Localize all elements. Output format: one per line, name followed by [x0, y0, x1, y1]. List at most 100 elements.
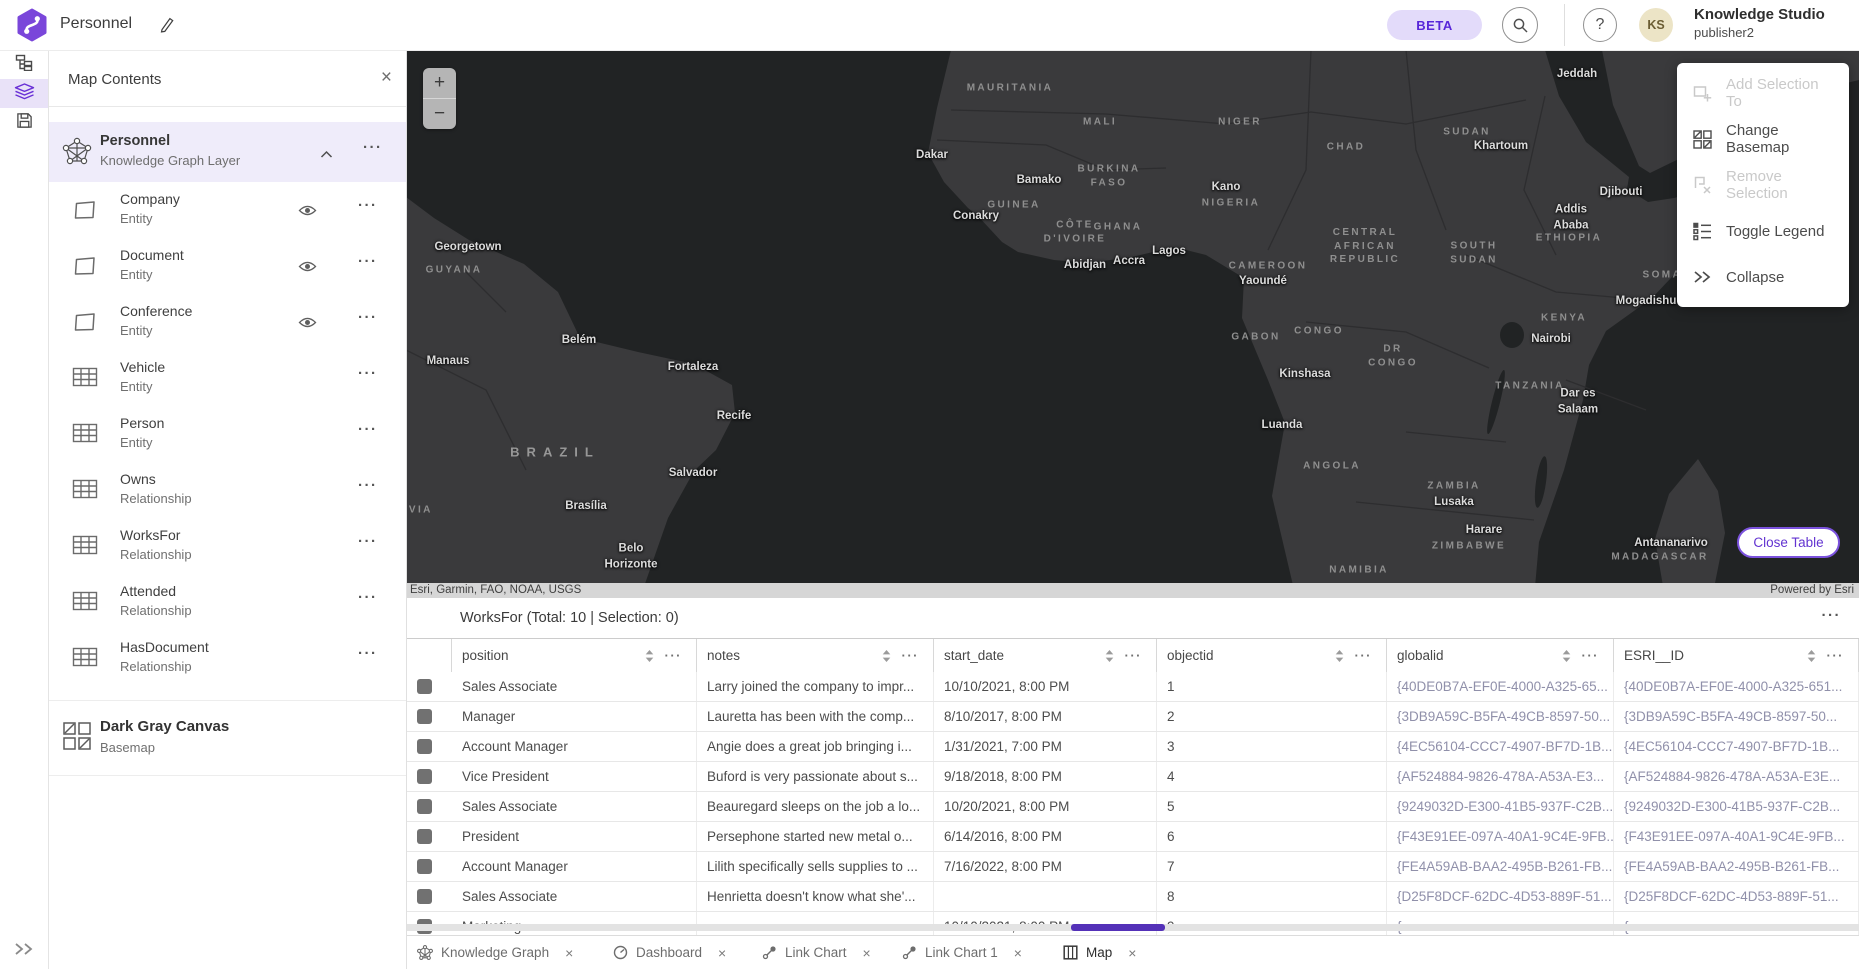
column-header-objectid[interactable]: objectid··· [1157, 639, 1387, 672]
row-checkbox[interactable] [417, 829, 432, 844]
layer-name: Owns [120, 471, 156, 487]
cell-position: Sales Associate [452, 672, 697, 701]
close-tab-button[interactable]: × [565, 946, 573, 960]
layer-options-button[interactable]: ··· [358, 478, 378, 493]
column-header-globalid[interactable]: globalid··· [1387, 639, 1614, 672]
search-icon [1512, 17, 1529, 34]
sort-button[interactable] [1562, 649, 1571, 668]
table-row[interactable]: Sales AssociateLarry joined the company … [406, 672, 1859, 702]
cell-objectid: 5 [1157, 792, 1387, 821]
table-row[interactable]: Sales AssociateBeauregard sleeps on the … [406, 792, 1859, 822]
layer-group-options-button[interactable]: ··· [363, 140, 383, 155]
column-header-esri__id[interactable]: ESRI__ID··· [1614, 639, 1859, 672]
menu-item-change-basemap[interactable]: Change Basemap [1677, 116, 1849, 162]
cell-esri__id: {D25F8DCF-62DC-4D53-889F-51... [1614, 882, 1859, 911]
collapse-group-button[interactable] [320, 146, 333, 164]
toolbar-layers-button[interactable] [0, 79, 48, 108]
table-row[interactable]: ManagerLauretta has been with the comp..… [406, 702, 1859, 732]
layer-item-company[interactable]: CompanyEntity··· [48, 182, 406, 238]
row-checkbox[interactable] [417, 679, 432, 694]
layer-type: Relationship [120, 659, 192, 674]
layer-item-worksfor[interactable]: WorksForRelationship··· [48, 518, 406, 574]
row-checkbox[interactable] [417, 859, 432, 874]
search-button[interactable] [1502, 7, 1538, 43]
layer-options-button[interactable]: ··· [358, 310, 378, 325]
close-table-button[interactable]: Close Table [1737, 527, 1840, 558]
close-tab-button[interactable]: × [863, 946, 871, 960]
edit-title-button[interactable] [158, 16, 176, 34]
close-tab-button[interactable]: × [718, 946, 726, 960]
table-row[interactable]: Vice PresidentBuford is very passionate … [406, 762, 1859, 792]
column-header-notes[interactable]: notes··· [697, 639, 934, 672]
toolbar-save-button[interactable] [0, 108, 48, 137]
sort-button[interactable] [1807, 649, 1816, 668]
sort-button[interactable] [1335, 649, 1344, 668]
column-options-button[interactable]: ··· [665, 649, 683, 662]
layer-item-document[interactable]: DocumentEntity··· [48, 238, 406, 294]
layer-options-button[interactable]: ··· [358, 422, 378, 437]
column-options-button[interactable]: ··· [1827, 649, 1845, 662]
tab-dashboard[interactable]: Dashboard× [613, 936, 726, 969]
layer-options-button[interactable]: ··· [358, 590, 378, 605]
expand-toolbar-button[interactable] [0, 941, 48, 957]
layer-visibility-button[interactable] [298, 204, 317, 222]
zoom-out-button[interactable]: − [423, 99, 456, 129]
close-tab-button[interactable]: × [1014, 946, 1022, 960]
layer-options-button[interactable]: ··· [358, 198, 378, 213]
layer-group-personnel[interactable]: Personnel Knowledge Graph Layer ··· [48, 122, 406, 182]
column-header-position[interactable]: position··· [452, 639, 697, 672]
column-options-button[interactable]: ··· [1582, 649, 1600, 662]
layer-item-conference[interactable]: ConferenceEntity··· [48, 294, 406, 350]
row-checkbox[interactable] [417, 889, 432, 904]
tab-map[interactable]: Map× [1063, 936, 1136, 969]
basemap-item[interactable]: Dark Gray Canvas Basemap [48, 701, 406, 775]
avatar[interactable]: KS [1639, 8, 1673, 42]
toolbar-hierarchy-button[interactable] [0, 50, 48, 79]
layer-options-button[interactable]: ··· [358, 254, 378, 269]
table-row[interactable]: Account ManagerLilith specifically sells… [406, 852, 1859, 882]
horizontal-scrollbar[interactable] [406, 924, 1859, 931]
app-logo-icon [15, 8, 49, 42]
tab-link-chart-1[interactable]: Link Chart 1× [902, 936, 1022, 969]
sort-button[interactable] [882, 649, 891, 668]
layer-item-attended[interactable]: AttendedRelationship··· [48, 574, 406, 630]
layer-options-button[interactable]: ··· [358, 534, 378, 549]
column-options-button[interactable]: ··· [902, 649, 920, 662]
menu-item-collapse[interactable]: Collapse [1677, 254, 1849, 300]
map-view[interactable]: MAURITANIAMALINIGERCHADSUDANBURKINA FASO… [406, 50, 1859, 598]
eye-icon [298, 316, 317, 333]
table-row[interactable]: Sales AssociateHenrietta doesn't know wh… [406, 882, 1859, 912]
close-tab-button[interactable]: × [1128, 946, 1136, 960]
layer-item-hasdocument[interactable]: HasDocumentRelationship··· [48, 630, 406, 686]
column-options-button[interactable]: ··· [1355, 649, 1373, 662]
layer-item-person[interactable]: PersonEntity··· [48, 406, 406, 462]
scrollbar-thumb[interactable] [1071, 924, 1165, 931]
row-checkbox[interactable] [417, 709, 432, 724]
layer-visibility-button[interactable] [298, 260, 317, 278]
table-options-button[interactable]: ··· [1822, 608, 1842, 623]
layer-type: Relationship [120, 603, 192, 618]
layer-visibility-button[interactable] [298, 316, 317, 334]
row-checkbox[interactable] [417, 769, 432, 784]
table-header-row: position···notes···start_date···objectid… [406, 638, 1859, 674]
menu-item-toggle-legend[interactable]: Toggle Legend [1677, 208, 1849, 254]
row-checkbox[interactable] [417, 799, 432, 814]
layer-options-button[interactable]: ··· [358, 366, 378, 381]
table-row[interactable]: Account ManagerAngie does a great job br… [406, 732, 1859, 762]
layer-options-button[interactable]: ··· [358, 646, 378, 661]
column-options-button[interactable]: ··· [1125, 649, 1143, 662]
sort-icon [882, 650, 891, 667]
tab-knowledge-graph[interactable]: Knowledge Graph× [417, 936, 573, 969]
layer-item-owns[interactable]: OwnsRelationship··· [48, 462, 406, 518]
column-header-start_date[interactable]: start_date··· [934, 639, 1157, 672]
tab-link-chart[interactable]: Link Chart× [762, 936, 871, 969]
sort-button[interactable] [645, 649, 654, 668]
layer-item-vehicle[interactable]: VehicleEntity··· [48, 350, 406, 406]
help-button[interactable]: ? [1583, 8, 1617, 42]
cell-globalid: {3DB9A59C-B5FA-49CB-8597-50... [1387, 702, 1614, 731]
close-panel-button[interactable]: × [381, 68, 392, 87]
zoom-in-button[interactable]: + [423, 68, 456, 98]
sort-button[interactable] [1105, 649, 1114, 668]
row-checkbox[interactable] [417, 739, 432, 754]
table-row[interactable]: PresidentPersephone started new metal o.… [406, 822, 1859, 852]
